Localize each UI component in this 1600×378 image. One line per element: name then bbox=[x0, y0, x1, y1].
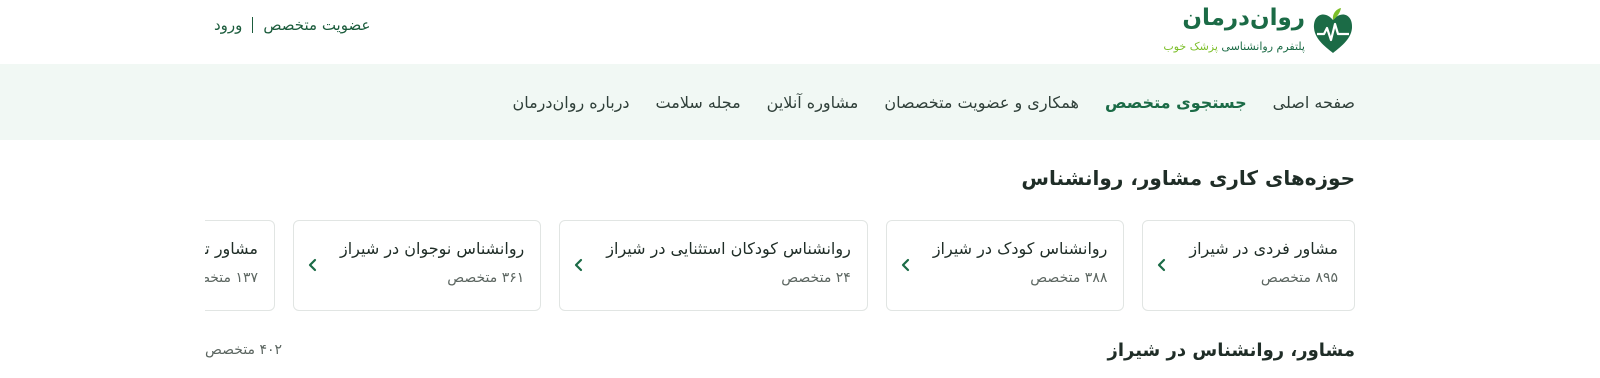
specialty-card[interactable]: روانشناس کودکان استثنایی در شیراز ۲۴ متخ… bbox=[559, 220, 868, 311]
specialty-cards-track: مشاور فردی در شیراز ۸۹۵ متخصص روانشناس ک… bbox=[205, 220, 1355, 311]
logo-tagline-main: پلتفرم روانشناسی bbox=[1221, 40, 1305, 53]
card-title: مشاور فردی در شیراز bbox=[1189, 239, 1338, 258]
logo-heart-icon bbox=[1313, 8, 1353, 54]
nav-menu: صفحه اصلی جستجوی متخصص همکاری و عضویت مت… bbox=[512, 64, 1355, 140]
results-title: مشاور، روانشناس در شیراز bbox=[1107, 340, 1355, 361]
card-title: مشاور تحصیلی در شیراز bbox=[205, 239, 258, 258]
section-title: حوزه‌های کاری مشاور، روانشناس bbox=[1021, 166, 1355, 190]
logo-title: روان‌درمان bbox=[1182, 5, 1305, 31]
chevron-left-icon bbox=[308, 258, 317, 272]
auth-links: عضویت متخصص ورود bbox=[214, 16, 370, 34]
specialty-card[interactable]: روانشناس کودک در شیراز ۳۸۸ متخصص bbox=[885, 220, 1125, 311]
logo[interactable]: روان‌درمان پلتفرم روانشناسی پزشک خوب bbox=[1155, 3, 1355, 59]
page: روان‌درمان پلتفرم روانشناسی پزشک خوب عضو… bbox=[0, 0, 1600, 378]
logo-tagline: پلتفرم روانشناسی پزشک خوب bbox=[1163, 40, 1305, 53]
card-count: ۳۶۱ متخصص bbox=[447, 270, 525, 286]
card-count: ۳۸۸ متخصص bbox=[1030, 270, 1108, 286]
card-count: ۸۹۵ متخصص bbox=[1260, 270, 1338, 286]
nav-item-about[interactable]: درباره روان‌درمان bbox=[512, 93, 629, 112]
card-count: ۲۴ متخصص bbox=[781, 270, 851, 286]
results-count: ۴۰۲ متخصص bbox=[205, 342, 283, 358]
card-count: ۱۳۷ متخصص bbox=[205, 270, 258, 286]
card-title: روانشناس کودکان استثنایی در شیراز bbox=[606, 239, 851, 258]
auth-divider bbox=[252, 17, 254, 33]
login-link[interactable]: ورود bbox=[214, 16, 242, 34]
logo-tagline-accent: پزشک خوب bbox=[1163, 40, 1218, 53]
nav-item-health-magazine[interactable]: مجله سلامت bbox=[656, 93, 741, 112]
main-navigation: صفحه اصلی جستجوی متخصص همکاری و عضویت مت… bbox=[0, 64, 1600, 140]
top-bar: روان‌درمان پلتفرم روانشناسی پزشک خوب عضو… bbox=[0, 0, 1600, 64]
specialty-cards-carousel[interactable]: مشاور فردی در شیراز ۸۹۵ متخصص روانشناس ک… bbox=[205, 220, 1355, 312]
card-title: روانشناس نوجوان در شیراز bbox=[340, 239, 525, 258]
card-title: روانشناس کودک در شیراز bbox=[932, 239, 1108, 258]
nav-item-cooperation[interactable]: همکاری و عضویت متخصصان bbox=[884, 93, 1079, 112]
specialty-card[interactable]: مشاور تحصیلی در شیراز ۱۳۷ متخصص bbox=[205, 220, 275, 311]
nav-item-online-consultation[interactable]: مشاوره آنلاین bbox=[767, 93, 859, 112]
specialist-register-link[interactable]: عضویت متخصص bbox=[263, 16, 370, 34]
chevron-left-icon bbox=[575, 258, 583, 272]
chevron-left-icon bbox=[1158, 258, 1166, 272]
nav-item-search-specialist[interactable]: جستجوی متخصص bbox=[1105, 93, 1247, 112]
chevron-left-icon bbox=[901, 258, 909, 272]
specialty-card[interactable]: مشاور فردی در شیراز ۸۹۵ متخصص bbox=[1142, 220, 1355, 311]
nav-item-home[interactable]: صفحه اصلی bbox=[1273, 93, 1355, 112]
specialty-card[interactable]: روانشناس نوجوان در شیراز ۳۶۱ متخصص bbox=[293, 220, 542, 311]
